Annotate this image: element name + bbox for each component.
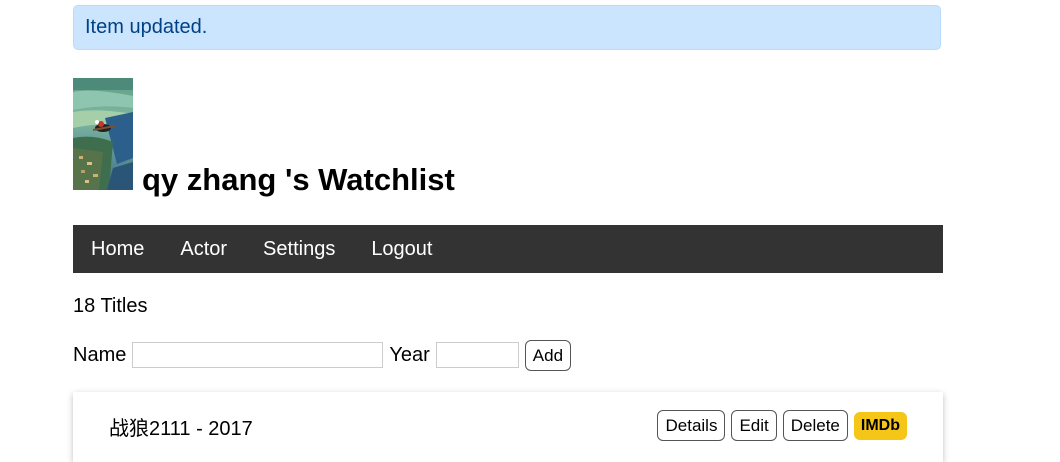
- nav-actor[interactable]: Actor: [180, 238, 227, 261]
- add-movie-form: Name Year Add: [73, 338, 572, 372]
- movie-list-item: 战狼2111 - 2017 Details Edit Delete IMDb: [73, 392, 943, 462]
- imdb-link[interactable]: IMDb: [853, 411, 907, 440]
- details-button[interactable]: Details: [657, 410, 726, 441]
- flash-text: Item updated.: [85, 16, 208, 38]
- edit-button[interactable]: Edit: [731, 410, 777, 441]
- add-button[interactable]: Add: [524, 339, 572, 371]
- titles-count: 18 Titles: [73, 295, 148, 317]
- flash-message: Item updated.: [73, 5, 941, 50]
- name-input[interactable]: [132, 342, 384, 368]
- avatar-image: [73, 78, 133, 190]
- nav-logout[interactable]: Logout: [371, 238, 432, 261]
- page-title: qy zhang 's Watchlist: [142, 162, 455, 197]
- name-label: Name: [73, 343, 127, 366]
- movie-actions: Details Edit Delete IMDb: [651, 410, 907, 441]
- year-input[interactable]: [435, 342, 519, 368]
- year-label: Year: [389, 343, 430, 366]
- delete-button[interactable]: Delete: [782, 410, 848, 441]
- nav-settings[interactable]: Settings: [263, 238, 335, 261]
- movie-list: 战狼2111 - 2017 Details Edit Delete IMDb: [73, 392, 943, 462]
- navbar: Home Actor Settings Logout: [73, 225, 943, 273]
- movie-title: 战狼2111 - 2017: [109, 418, 253, 440]
- avatar: [73, 78, 133, 190]
- nav-home[interactable]: Home: [91, 238, 144, 261]
